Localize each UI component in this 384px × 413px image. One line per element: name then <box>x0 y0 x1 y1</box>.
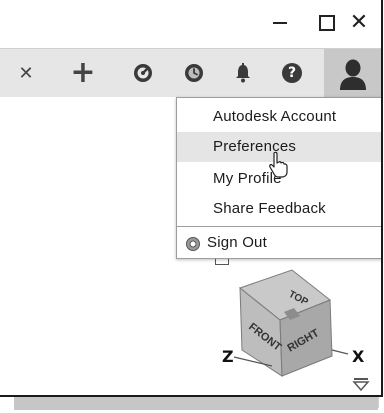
tab-close-button[interactable]: ✕ <box>12 49 40 97</box>
menu-item-share-feedback[interactable]: Share Feedback <box>177 194 381 224</box>
account-button[interactable] <box>324 49 381 97</box>
close-button[interactable]: ✕ <box>339 6 379 40</box>
x-axis-label: X <box>352 347 365 366</box>
recent-icon <box>185 64 203 82</box>
learning-button[interactable] <box>126 49 160 97</box>
plus-icon: + <box>70 55 96 90</box>
viewcube[interactable]: TOP FRONT RIGHT Z X <box>220 258 380 378</box>
learning-icon <box>134 64 152 82</box>
recent-button[interactable] <box>177 49 211 97</box>
menu-divider <box>177 226 381 227</box>
minimize-button[interactable] <box>260 6 300 40</box>
title-bar: ✕ <box>0 0 381 44</box>
notifications-icon <box>236 63 250 83</box>
menu-item-autodesk-account[interactable]: Autodesk Account <box>177 102 381 132</box>
help-icon: ? <box>282 63 302 83</box>
toolbar: ✕ + ? <box>0 48 381 97</box>
x-axis-line <box>331 349 349 355</box>
app-window: ✕ ✕ + ? TOP FRONT RIGHT Z X Autodesk Acc… <box>0 0 383 397</box>
account-avatar-icon <box>339 59 366 90</box>
new-tab-button[interactable]: + <box>66 49 100 97</box>
help-button[interactable]: ? <box>275 49 309 97</box>
notifications-button[interactable] <box>226 49 260 97</box>
tab-close-icon: ✕ <box>18 62 34 84</box>
maximize-icon <box>319 15 335 31</box>
sign-out-icon <box>186 237 200 251</box>
sign-out-label: Sign Out <box>207 234 267 251</box>
hand-cursor-icon <box>269 151 288 178</box>
z-axis-label: Z <box>222 347 234 366</box>
close-icon: ✕ <box>349 10 369 35</box>
minimize-icon <box>273 22 287 24</box>
viewcube-menu-icon[interactable] <box>352 376 370 392</box>
screenshot-stage: ✕ ✕ + ? TOP FRONT RIGHT Z X Autodesk Acc… <box>0 0 384 413</box>
menu-item-sign-out[interactable]: Sign Out <box>177 228 381 258</box>
